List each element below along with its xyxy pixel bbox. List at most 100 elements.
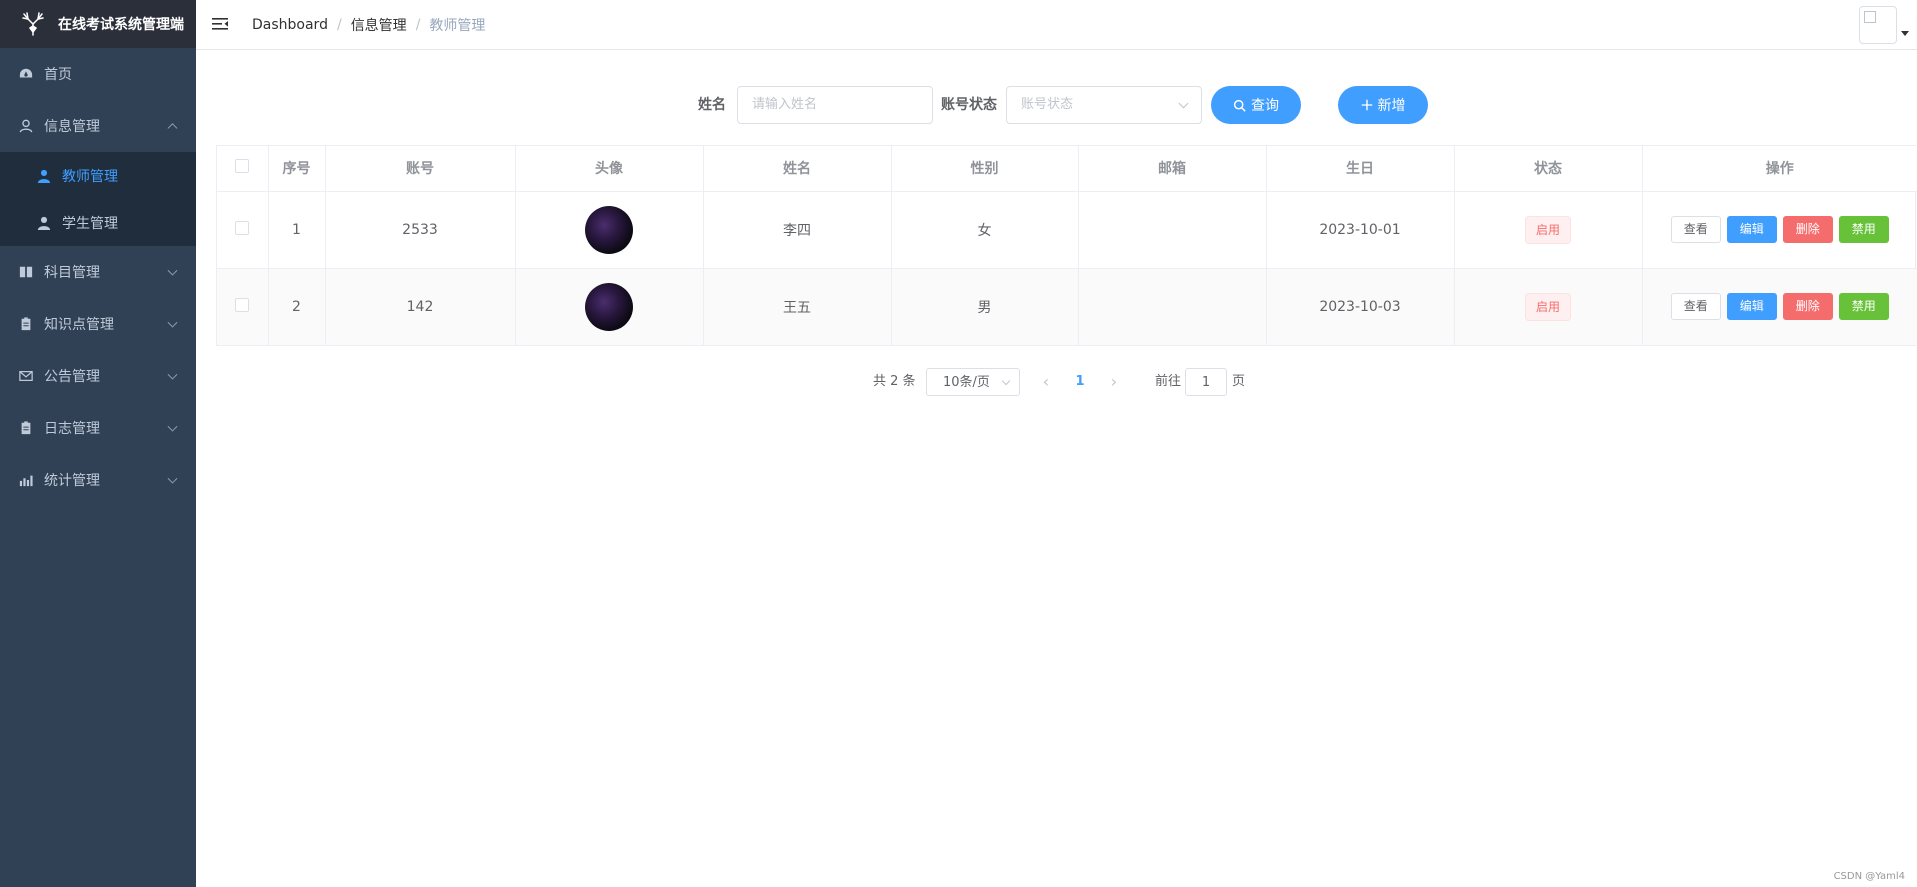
status-select[interactable]: 账号状态 [1006,86,1202,124]
delete-button[interactable]: 删除 [1782,216,1833,243]
view-button[interactable]: 查看 [1670,293,1721,321]
name-label: 姓名 [698,97,726,113]
query-button[interactable]: 查询 [1211,86,1301,124]
sidebar-item-label: 信息管理 [44,119,100,135]
sidebar-item-home[interactable]: 首页 [0,48,196,100]
disable-button[interactable]: 禁用 [1838,293,1889,321]
pagination-total: 共 2 条 [873,374,916,389]
book-icon [18,264,34,280]
sidebar-item-teachers[interactable]: 教师管理 [0,152,196,199]
column-header: 姓名 [703,146,892,192]
sidebar-item-label: 教师管理 [62,168,118,185]
row-checkbox[interactable] [235,220,250,235]
search-bar: 姓名 请输入姓名 账号状态 账号状态 查询 新增 [196,86,1917,124]
select-all-cell [217,146,269,192]
column-header: 性别 [891,146,1079,192]
sidebar: 在线考试系统管理端 首页 信息管理 教师管理 学生管理 科目管理 知识点管理 公… [0,0,196,887]
cell-actions: 查看 编辑 删除 禁用 [1642,268,1917,345]
add-button-label: 新增 [1377,98,1406,114]
column-header: 头像 [515,146,704,192]
cell-birthday: 2023-10-03 [1266,268,1455,345]
breadcrumb-separator: / [336,16,342,33]
chevron-down-icon [167,317,178,328]
status-badge: 启用 [1524,292,1571,321]
caret-down-icon[interactable] [1901,31,1909,36]
sidebar-item-subjects[interactable]: 科目管理 [0,246,196,298]
row-checkbox[interactable] [235,297,250,312]
add-button[interactable]: 新增 [1338,86,1428,124]
status-label: 账号状态 [941,97,997,113]
query-button-label: 查询 [1251,98,1279,114]
goto-page-input[interactable]: 1 [1185,368,1227,396]
edit-button[interactable]: 编辑 [1726,293,1777,321]
chevron-down-icon [1001,376,1011,386]
column-header: 状态 [1454,146,1643,192]
cell-birthday: 2023-10-01 [1266,191,1455,269]
cell-index: 1 [268,191,326,269]
sidebar-item-label: 统计管理 [44,473,100,489]
sidebar-item-label: 知识点管理 [44,317,114,333]
user-icon [18,118,34,134]
pagination: 共 2 条 10条/页 ‹ 1 › 前往 1 页 [196,368,1917,396]
view-button[interactable]: 查看 [1670,216,1721,243]
sidebar-item-notices[interactable]: 公告管理 [0,350,196,402]
disable-button[interactable]: 禁用 [1838,216,1889,243]
user-menu[interactable] [1859,6,1909,44]
sidebar-item-statistics[interactable]: 统计管理 [0,454,196,506]
sidebar-item-label: 学生管理 [62,215,118,232]
chevron-down-icon [1178,98,1189,109]
logo[interactable]: 在线考试系统管理端 [0,0,196,48]
search-icon [1233,99,1246,112]
cell-account: 142 [325,268,516,345]
prev-page-icon[interactable]: ‹ [1032,368,1060,396]
avatar[interactable] [1859,6,1897,44]
chevron-up-icon [167,123,178,134]
teacher-table: 序号 账号 头像 姓名 性别 邮箱 生日 状态 操作 1 2533 李四 女 2… [216,145,1917,346]
main-content: 姓名 请输入姓名 账号状态 账号状态 查询 新增 序号 账号 头像 姓名 性别 … [196,50,1917,887]
page-size-value: 10条/页 [943,375,990,390]
menu-fold-icon[interactable] [212,16,230,34]
sidebar-item-label: 日志管理 [44,421,100,437]
breadcrumb-separator: / [415,16,421,33]
breadcrumb-item[interactable]: 信息管理 [351,15,407,35]
cell-name: 王五 [703,268,892,345]
table-header-row: 序号 账号 头像 姓名 性别 邮箱 生日 状态 操作 [217,146,1917,192]
select-all-checkbox[interactable] [235,159,250,174]
breadcrumb-current: 教师管理 [429,17,486,34]
chevron-down-icon [167,473,178,484]
page-size-select[interactable]: 10条/页 [926,368,1020,396]
cell-index: 2 [268,268,326,345]
navbar: Dashboard / 信息管理 / 教师管理 [196,0,1917,50]
column-header: 序号 [268,146,326,192]
sidebar-item-logs[interactable]: 日志管理 [0,402,196,454]
app-title: 在线考试系统管理端 [58,17,184,33]
cell-gender: 女 [891,191,1079,269]
page-suffix: 页 [1232,374,1246,389]
cell-gender: 男 [891,268,1079,345]
delete-button[interactable]: 删除 [1782,293,1833,321]
mail-icon [18,368,34,384]
cell-name: 李四 [703,191,892,269]
cell-actions: 查看 编辑 删除 禁用 [1642,191,1917,269]
breadcrumb: Dashboard / 信息管理 / 教师管理 [252,15,485,35]
table-row: 2 142 王五 男 2023-10-03 启用 查看 编辑 删除 禁用 [217,268,1917,345]
sidebar-item-students[interactable]: 学生管理 [0,199,196,246]
status-badge: 启用 [1524,215,1571,244]
page-number[interactable]: 1 [1066,368,1094,396]
row-avatar [585,205,633,254]
clipboard-icon [18,316,34,332]
breadcrumb-item[interactable]: Dashboard [252,17,328,33]
row-avatar [585,282,633,331]
deer-logo-icon [20,11,46,37]
cell-account: 2533 [325,191,516,269]
sidebar-item-label: 公告管理 [44,369,100,385]
sidebar-item-knowledge[interactable]: 知识点管理 [0,298,196,350]
column-header: 账号 [325,146,516,192]
chevron-down-icon [167,369,178,380]
next-page-icon[interactable]: › [1100,368,1128,396]
sidebar-item-info[interactable]: 信息管理 [0,100,196,152]
column-header: 操作 [1642,146,1917,192]
name-search-input[interactable]: 请输入姓名 [737,86,933,124]
edit-button[interactable]: 编辑 [1726,216,1777,243]
submenu-info: 教师管理 学生管理 [0,152,196,246]
